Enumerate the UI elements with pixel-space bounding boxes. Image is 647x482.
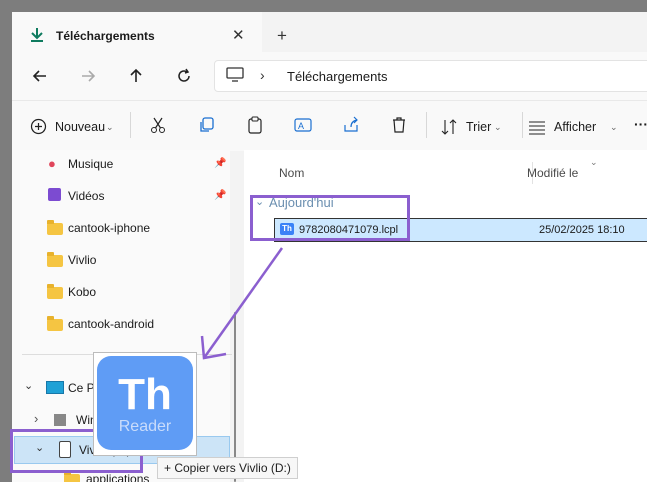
plus-circle-icon xyxy=(30,118,47,135)
sort-button[interactable]: Trier ⌄ xyxy=(440,114,520,140)
new-button[interactable]: Nouveau ⌄ xyxy=(28,114,118,140)
delete-icon[interactable] xyxy=(390,116,408,134)
drive-icon xyxy=(54,414,66,426)
sidebar-item-label: cantook-android xyxy=(68,317,155,331)
sidebar-item-label: Musique xyxy=(68,157,114,171)
chevron-down-icon: ⌄ xyxy=(590,157,598,167)
address-bar[interactable] xyxy=(214,60,647,92)
refresh-icon xyxy=(178,68,190,82)
up-button[interactable] xyxy=(122,62,150,90)
rename-icon[interactable]: A xyxy=(294,116,312,134)
file-modified: 25/02/2025 18:10 xyxy=(539,224,625,236)
drop-tooltip: + Copier vers Vivlio (D:) xyxy=(157,457,298,479)
svg-text:A: A xyxy=(298,121,304,131)
toolbar-divider xyxy=(522,112,523,138)
sidebar-item-label: applications xyxy=(86,472,150,482)
sidebar-item-label: Vivlio xyxy=(68,253,97,267)
sidebar-item-cantook-iphone[interactable]: cantook-iphone xyxy=(12,213,230,243)
refresh-button[interactable] xyxy=(170,62,198,90)
reader-app-icon: Th Reader xyxy=(97,356,193,450)
sidebar-item-label: Vidéos xyxy=(68,189,105,203)
more-options-button[interactable]: ··· xyxy=(634,116,647,132)
sidebar-item-label: Kobo xyxy=(68,285,97,299)
folder-icon xyxy=(47,316,63,331)
sort-label: Trier xyxy=(466,120,492,134)
view-button[interactable]: Afficher ⌄ xyxy=(528,114,622,140)
folder-icon xyxy=(47,220,63,235)
toolbar-divider xyxy=(426,112,427,138)
computer-icon xyxy=(46,381,64,394)
video-icon xyxy=(48,188,61,201)
pin-icon: 📌 xyxy=(214,158,227,169)
chevron-down-icon: ⌄ xyxy=(24,380,34,392)
sort-icon xyxy=(441,119,457,135)
tab-title: Téléchargements xyxy=(56,29,155,43)
chevron-down-icon: ⌄ xyxy=(106,122,114,132)
column-header-modified[interactable]: Modifié le xyxy=(527,166,578,180)
new-tab-button[interactable]: + xyxy=(277,26,287,46)
pin-icon: 📌 xyxy=(214,190,227,201)
chevron-right-icon: › xyxy=(260,67,265,83)
folder-icon xyxy=(47,252,63,267)
back-button[interactable] xyxy=(26,62,54,90)
chevron-down-icon: ⌄ xyxy=(494,122,502,132)
new-label: Nouveau xyxy=(55,120,106,134)
address-path: Téléchargements xyxy=(287,69,388,84)
tab-downloads[interactable]: Téléchargements ✕ xyxy=(12,12,262,52)
list-view-icon xyxy=(529,121,545,135)
folder-icon xyxy=(47,284,63,299)
view-label: Afficher xyxy=(554,120,597,134)
close-tab-button[interactable]: ✕ xyxy=(232,26,245,44)
file-highlight-box xyxy=(250,195,410,241)
sidebar-item-music[interactable]: ● Musique 📌 xyxy=(12,149,230,179)
monitor-icon xyxy=(226,67,244,82)
download-icon xyxy=(31,28,43,42)
app-icon-subtitle: Reader xyxy=(118,418,172,435)
cut-icon[interactable] xyxy=(149,116,167,134)
arrow-right-icon xyxy=(82,70,96,82)
arrow-up-icon xyxy=(130,68,142,82)
sidebar-item-videos[interactable]: Vidéos 📌 xyxy=(12,181,230,211)
chevron-down-icon: ⌄ xyxy=(610,122,618,132)
chevron-right-icon: › xyxy=(34,411,39,426)
sidebar-item-label: cantook-iphone xyxy=(68,221,151,235)
share-icon[interactable] xyxy=(342,116,360,134)
column-header-name[interactable]: Nom xyxy=(279,166,304,180)
arrow-left-icon xyxy=(32,70,46,82)
paste-icon[interactable] xyxy=(246,116,264,134)
music-icon: ● xyxy=(48,156,56,171)
drag-arrow xyxy=(200,247,284,360)
folder-icon xyxy=(64,471,80,482)
toolbar-divider xyxy=(130,112,131,138)
app-icon-title: Th xyxy=(118,370,172,419)
copy-icon[interactable] xyxy=(198,116,216,134)
forward-button[interactable] xyxy=(74,62,102,90)
